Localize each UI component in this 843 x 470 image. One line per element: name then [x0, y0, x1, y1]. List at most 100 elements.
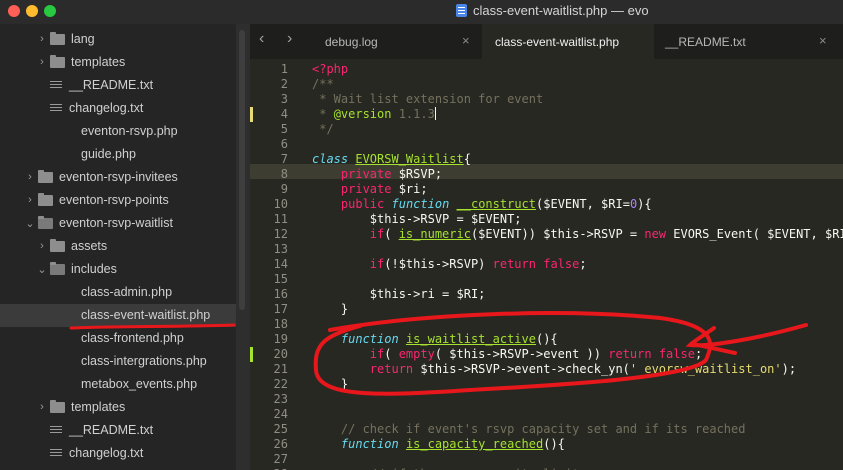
sidebar-folder[interactable]: ⌄ eventon-rsvp-waitlist [0, 212, 236, 235]
code-token: return [369, 362, 414, 376]
code-token: // check if event's rsvp capacity set an… [340, 422, 746, 436]
sidebar-file[interactable]: changelog.txt [0, 97, 236, 120]
code-line: 2 /** [250, 77, 843, 92]
sidebar-file[interactable]: class-frontend.php [0, 327, 236, 350]
tree-item-label: class-admin.php [81, 285, 173, 299]
code-line: 8 private $RSVP; [250, 167, 843, 182]
code-line: 4 * @version 1.1.3 [250, 107, 843, 122]
code-line: 10 public function __construct($EVENT, $… [250, 197, 843, 212]
sidebar-file[interactable]: class-admin.php [0, 281, 236, 304]
tab-close-icon[interactable]: × [462, 33, 470, 48]
file-tree-sidebar: › lang › templates __README.txt changelog.txt… [0, 24, 236, 470]
code-text: $this->RSVP = $EVENT; [312, 212, 522, 227]
sidebar-folder[interactable]: ⌄ includes [0, 258, 236, 281]
code-token: function [340, 437, 399, 451]
chevron-right-icon[interactable]: › [36, 401, 48, 413]
text-file-icon [50, 104, 62, 113]
tree-item-label: class-intergrations.php [81, 354, 207, 368]
line-number: 4 [280, 107, 288, 121]
minimize-window-button[interactable] [26, 5, 38, 17]
line-number: 14 [273, 257, 288, 271]
code-token: empty [398, 347, 435, 361]
tree-item-label: guide.php [81, 147, 136, 161]
code-token: $this->RSVP = $EVENT; [312, 212, 522, 226]
chevron-right-icon[interactable]: › [36, 56, 48, 68]
close-window-button[interactable] [8, 5, 20, 17]
tab-readme[interactable]: __README.txt × [654, 24, 843, 59]
back-chevron-icon[interactable]: ‹ [259, 30, 264, 48]
line-number: 12 [273, 227, 288, 241]
sidebar-folder[interactable]: › assets [0, 235, 236, 258]
line-number: 23 [273, 392, 288, 406]
code-token: function [391, 197, 450, 211]
sidebar-folder[interactable]: › eventon-rsvp-points [0, 189, 236, 212]
sidebar-folder[interactable]: › eventon-rsvp-invitees [0, 166, 236, 189]
line-number: 7 [280, 152, 288, 166]
text-file-icon [50, 426, 62, 435]
sidebar-file[interactable]: eventon-rsvp.php [0, 120, 236, 143]
code-text: * @version 1.1.3 [312, 107, 436, 122]
code-text: */ [312, 122, 333, 137]
chevron-right-icon[interactable]: › [24, 194, 36, 206]
code-token: private [340, 167, 392, 181]
line-number: 8 [280, 167, 288, 181]
code-line: 19 function is_waitlist_active(){ [250, 332, 843, 347]
code-token: if [369, 347, 385, 361]
sidebar-file[interactable]: metabox_events.php [0, 373, 236, 396]
code-token: ( [384, 227, 399, 241]
code-token: is_waitlist_active [405, 332, 536, 346]
line-number: 20 [273, 347, 288, 361]
code-text: if( empty( $this->RSVP->event )) return … [312, 347, 702, 362]
sidebar-scrollbar[interactable] [239, 30, 245, 310]
code-line: 24 [250, 407, 843, 422]
code-token: return [608, 347, 652, 361]
sidebar-file[interactable]: changelog.txt [0, 442, 236, 465]
code-line: 18 [250, 317, 843, 332]
tab-close-icon[interactable]: × [819, 33, 827, 48]
sidebar-folder[interactable]: › lang [0, 28, 236, 51]
code-line: 5 */ [250, 122, 843, 137]
sidebar-file[interactable]: class-intergrations.php [0, 350, 236, 373]
sidebar-file[interactable]: class-event-waitlist.php [0, 304, 236, 327]
sidebar-file[interactable]: __README.txt [0, 74, 236, 97]
zoom-window-button[interactable] [44, 5, 56, 17]
document-icon [456, 4, 467, 17]
chevron-down-icon[interactable]: ⌄ [36, 263, 48, 276]
code-token: is_numeric [398, 227, 471, 241]
line-number: 3 [280, 92, 288, 106]
line-number: 19 [273, 332, 288, 346]
chevron-right-icon[interactable]: › [36, 240, 48, 252]
chevron-right-icon[interactable]: › [36, 33, 48, 45]
sidebar-file[interactable]: __README.txt [0, 419, 236, 442]
code-token: if [369, 227, 385, 241]
code-token: EVORSW_Waitlist [355, 152, 464, 166]
code-token: '_evorsw_waitlist_on' [629, 362, 782, 376]
chevron-right-icon[interactable]: › [24, 171, 36, 183]
code-editor[interactable]: 1 <?php 2/** 3 * Wait list extension for ev… [250, 59, 843, 470]
tab-debug-log[interactable]: debug.log × [312, 24, 482, 59]
line-number: 9 [280, 182, 288, 196]
code-text: function is_capacity_reached(){ [312, 437, 565, 452]
sidebar-file[interactable]: guide.php [0, 143, 236, 166]
tree-item-label: eventon-rsvp-points [59, 193, 169, 207]
sidebar-folder[interactable]: › templates [0, 396, 236, 419]
tab-class-event-waitlist[interactable]: class-event-waitlist.php [482, 24, 654, 59]
line-number: 26 [273, 437, 288, 451]
line-number: 15 [273, 272, 288, 286]
code-line: 25 // check if event's rsvp capacity set… [250, 422, 843, 437]
window-title: class-event-waitlist.php — evo [456, 3, 649, 18]
code-text: private $ri; [312, 182, 428, 197]
code-token: $RSVP; [391, 167, 443, 181]
forward-chevron-icon[interactable]: › [287, 30, 292, 48]
code-token: } [312, 302, 349, 316]
sidebar-folder[interactable]: › templates [0, 51, 236, 74]
code-token: ; [694, 347, 703, 361]
code-token: ($EVENT)) $this->RSVP = [470, 227, 645, 241]
chevron-down-icon[interactable]: ⌄ [24, 217, 36, 230]
